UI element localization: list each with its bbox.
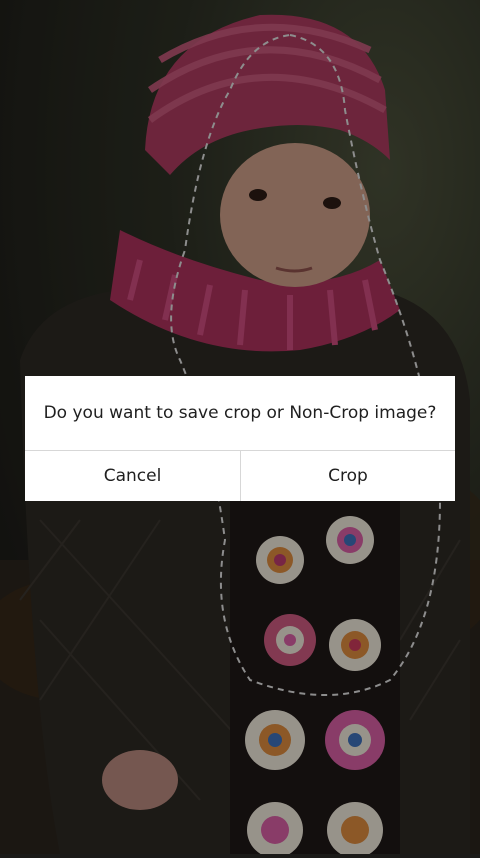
cancel-button[interactable]: Cancel: [25, 451, 240, 501]
crop-button[interactable]: Crop: [240, 451, 455, 501]
dialog-message: Do you want to save crop or Non-Crop ima…: [43, 403, 437, 423]
save-dialog: Do you want to save crop or Non-Crop ima…: [25, 376, 455, 501]
